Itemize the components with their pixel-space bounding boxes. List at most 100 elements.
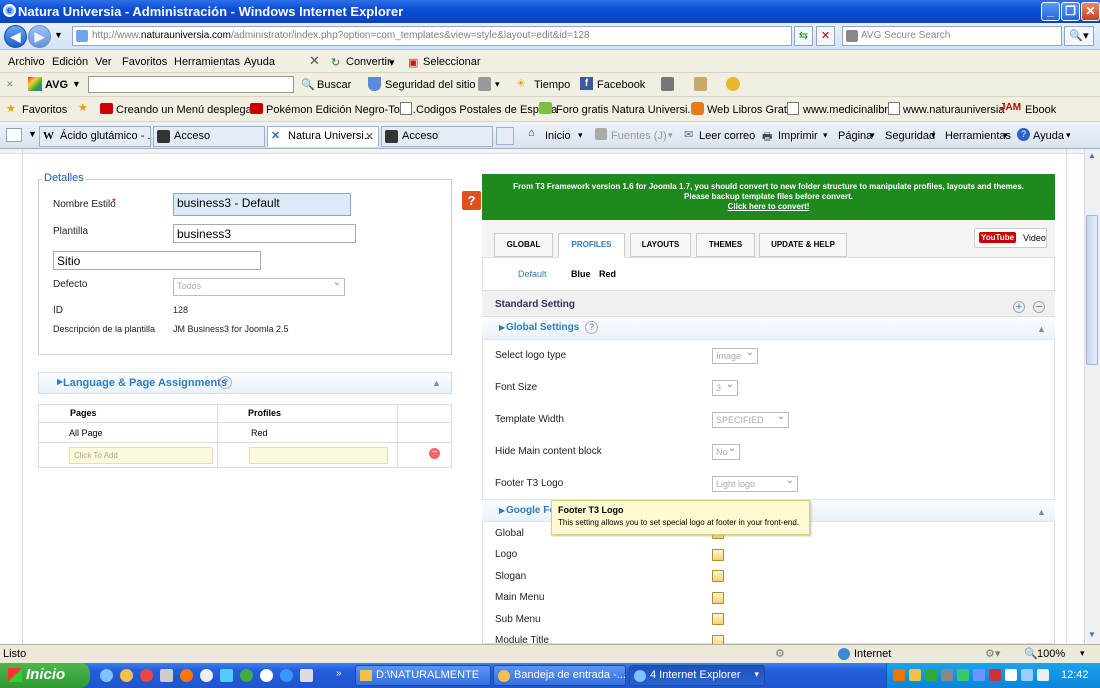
tab-global[interactable]: GLOBAL xyxy=(494,233,553,257)
close-button[interactable]: ✕ xyxy=(1081,2,1100,21)
logo-type-select[interactable]: Image xyxy=(712,347,758,364)
facebook-button[interactable]: Facebook xyxy=(597,79,645,91)
site-safety-button[interactable]: Seguridad del sitio xyxy=(385,79,476,91)
tab-profiles[interactable]: PROFILES xyxy=(558,233,625,258)
quicklaunch-icon[interactable] xyxy=(260,669,273,682)
security-menu[interactable]: Seguridad xyxy=(885,130,935,142)
assign-help-icon[interactable]: ? xyxy=(219,376,232,389)
toolbar-close-icon[interactable]: ✕ xyxy=(6,79,14,90)
hide-main-select[interactable]: No xyxy=(712,443,740,460)
quicklaunch-icon[interactable] xyxy=(240,669,253,682)
taskbar-item-folder[interactable]: D:\NATURALMENTE xyxy=(355,665,491,686)
fav-item[interactable]: Creando un Menú desplega... xyxy=(116,104,261,116)
quicklaunch-icon[interactable] xyxy=(160,669,173,682)
tab-natura-universia[interactable]: ✕ Natura Universi... ✕ xyxy=(267,126,379,147)
font-size-select[interactable]: 3 xyxy=(712,379,738,396)
weather-button[interactable]: Tiempo xyxy=(534,79,570,91)
start-button[interactable]: Inicio xyxy=(0,663,90,688)
edit-icon[interactable] xyxy=(712,613,724,625)
scrollbar-thumb[interactable] xyxy=(1086,215,1098,365)
menu-edicion[interactable]: Edición xyxy=(52,56,88,68)
security-dropdown-icon[interactable]: ▾ xyxy=(931,130,936,141)
convert-button[interactable]: Convertir xyxy=(346,56,391,68)
fav-item[interactable]: www.naturauniversia xyxy=(903,104,1005,116)
quick-tabs-icon[interactable] xyxy=(6,128,22,142)
quicklaunch-icon[interactable] xyxy=(220,669,233,682)
fav-item[interactable]: www.medicinalibre xyxy=(803,104,894,116)
quicklaunch-icon[interactable] xyxy=(180,669,193,682)
edit-icon[interactable] xyxy=(712,570,724,582)
quicklaunch-icon[interactable] xyxy=(120,669,133,682)
fav-item[interactable]: Foro gratis Natura Universi... xyxy=(556,104,697,116)
avg-toolbar-search-input[interactable] xyxy=(88,76,294,93)
edit-icon[interactable] xyxy=(712,635,724,644)
collapse-icon[interactable]: ▲ xyxy=(1037,324,1046,334)
search-icon[interactable]: 🔍▾ xyxy=(1064,26,1094,46)
video-button[interactable]: YouTube Video xyxy=(974,228,1047,248)
help-dropdown-icon[interactable]: ▾ xyxy=(1066,130,1071,141)
help-menu[interactable]: Ayuda xyxy=(1033,130,1064,142)
favorites-button[interactable]: Favoritos xyxy=(22,104,67,116)
tab-update-help[interactable]: UPDATE & HELP xyxy=(759,233,847,257)
menu-ver[interactable]: Ver xyxy=(95,56,112,68)
collapse-icon[interactable]: ▲ xyxy=(432,378,441,388)
avg-dropdown-icon[interactable]: ▼ xyxy=(72,79,81,89)
new-tab-button[interactable] xyxy=(496,127,514,145)
quicklaunch-icon[interactable] xyxy=(280,669,293,682)
t3-help-icon[interactable]: ? xyxy=(462,191,481,210)
zoom-level[interactable]: 100% xyxy=(1037,648,1065,660)
tray-icon[interactable] xyxy=(989,669,1001,681)
style-name-input[interactable]: business3 - Default xyxy=(173,193,351,216)
expand-all-icon[interactable]: + xyxy=(1013,301,1025,313)
fav-item[interactable]: Ebook xyxy=(1025,104,1056,116)
forward-button[interactable]: ▶ xyxy=(28,25,51,48)
remove-icon[interactable]: − xyxy=(429,448,440,459)
menu-favoritos[interactable]: Favoritos xyxy=(122,56,167,68)
quicklaunch-icon[interactable] xyxy=(300,669,313,682)
tray-icon[interactable] xyxy=(925,669,937,681)
quicklaunch-icon[interactable] xyxy=(200,669,213,682)
add-favorite-icon[interactable]: ★ xyxy=(78,101,88,114)
trash-icon[interactable] xyxy=(478,77,491,91)
home-button[interactable]: Inicio xyxy=(545,130,571,142)
quicklaunch-icon[interactable] xyxy=(140,669,153,682)
history-dropdown-icon[interactable]: ▼ xyxy=(54,30,63,40)
convert-link[interactable]: Click here to convert! xyxy=(482,202,1055,212)
tools-menu[interactable]: Herramientas xyxy=(945,130,1011,142)
protected-mode-icon[interactable]: ⚙▾ xyxy=(985,647,1000,660)
minimize-button[interactable]: _ xyxy=(1041,2,1060,21)
ie-quicklaunch-icon[interactable] xyxy=(100,669,113,682)
tray-icon[interactable] xyxy=(893,669,905,681)
tray-icon[interactable] xyxy=(1005,669,1017,681)
menu-herramientas[interactable]: Herramientas xyxy=(174,56,240,68)
privacy-icon[interactable]: ⚙ xyxy=(775,647,785,660)
global-settings-help-icon[interactable]: ? xyxy=(585,321,598,334)
feeds-button[interactable]: Fuentes (J) xyxy=(611,130,667,142)
profile-default[interactable]: Default xyxy=(518,269,547,279)
fav-item[interactable]: Codigos Postales de España xyxy=(416,104,557,116)
tab-acceso[interactable]: Acceso xyxy=(381,126,493,147)
profile-red[interactable]: Red xyxy=(599,269,616,279)
template-width-select[interactable]: SPECIFIED xyxy=(712,411,789,428)
refresh-button[interactable]: ⇆ xyxy=(794,26,813,46)
collapse-all-icon[interactable]: − xyxy=(1033,301,1045,313)
stop-button[interactable]: ✕ xyxy=(816,26,835,46)
taskbar-item-ie[interactable]: 4 Internet Explorer ▾ xyxy=(629,665,765,686)
address-input[interactable]: http://www.naturauniversia.com/administr… xyxy=(72,26,792,46)
print-button[interactable]: Imprimir xyxy=(778,130,818,142)
template-input[interactable]: business3 xyxy=(173,224,356,243)
avg-search-button[interactable]: Buscar xyxy=(317,79,351,91)
site-field[interactable]: Sitio xyxy=(53,251,261,270)
page-add-input[interactable]: Click To Add xyxy=(69,447,213,464)
print-dropdown-icon[interactable]: ▾ xyxy=(823,130,828,141)
tools-dropdown-icon[interactable]: ▾ xyxy=(1003,130,1008,141)
tab-close-icon[interactable]: ✕ xyxy=(365,130,374,143)
notepad-icon[interactable] xyxy=(694,77,707,91)
default-select[interactable]: Todos xyxy=(173,277,345,296)
collapse-icon[interactable]: ▲ xyxy=(1037,507,1046,517)
menu-archivo[interactable]: Archivo xyxy=(8,56,45,68)
taskbar-item-mail[interactable]: Bandeja de entrada -... xyxy=(493,665,626,686)
page-dropdown-icon[interactable]: ▾ xyxy=(870,130,875,141)
tray-icon[interactable] xyxy=(909,669,921,681)
footer-logo-select[interactable]: Light logo xyxy=(712,475,798,492)
